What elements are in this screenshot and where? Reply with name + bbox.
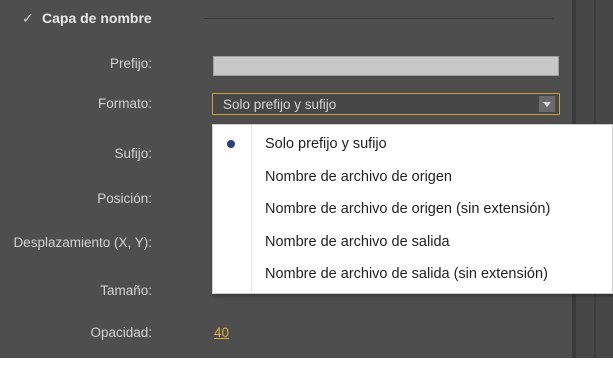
checkbox-check-icon[interactable]: ✓ (22, 11, 36, 25)
menu-item-source-name-no-ext[interactable]: Nombre de archivo de origen (sin extensi… (213, 193, 612, 225)
selected-bullet-icon (227, 140, 235, 148)
section-header-name-layer[interactable]: ✓ Capa de nombre (22, 8, 152, 28)
menu-item-label: Nombre de archivo de salida (sin extensi… (265, 266, 548, 282)
bottom-band (0, 358, 613, 367)
section-divider (204, 18, 554, 19)
suffix-label: Sufijo: (114, 146, 152, 161)
menu-item-output-name[interactable]: Nombre de archivo de salida (213, 226, 612, 258)
menu-item-label: Nombre de archivo de salida (265, 234, 450, 250)
menu-item-output-name-no-ext[interactable]: Nombre de archivo de salida (sin extensi… (213, 258, 612, 290)
offset-label: Desplazamiento (X, Y): (13, 235, 152, 250)
position-label: Posición: (97, 191, 152, 206)
menu-item-label: Solo prefijo y sufijo (265, 136, 387, 152)
prefix-label: Prefijo: (109, 56, 152, 71)
format-select[interactable]: Solo prefijo y sufijo (212, 93, 560, 115)
section-title: Capa de nombre (42, 10, 152, 26)
menu-item-label: Nombre de archivo de origen (265, 169, 452, 185)
menu-item-prefix-suffix[interactable]: Solo prefijo y sufijo (213, 128, 612, 160)
format-dropdown-menu: Solo prefijo y sufijo Nombre de archivo … (212, 124, 613, 294)
opacity-label: Opacidad: (90, 325, 152, 340)
menu-item-source-name[interactable]: Nombre de archivo de origen (213, 161, 612, 193)
size-label: Tamaño: (100, 283, 152, 298)
chevron-down-icon[interactable] (539, 96, 555, 112)
menu-item-label: Nombre de archivo de origen (sin extensi… (265, 201, 551, 217)
opacity-value[interactable]: 40 (214, 325, 229, 340)
prefix-input[interactable] (213, 56, 559, 76)
format-select-value: Solo prefijo y sufijo (223, 96, 337, 112)
format-label: Formato: (97, 96, 152, 111)
